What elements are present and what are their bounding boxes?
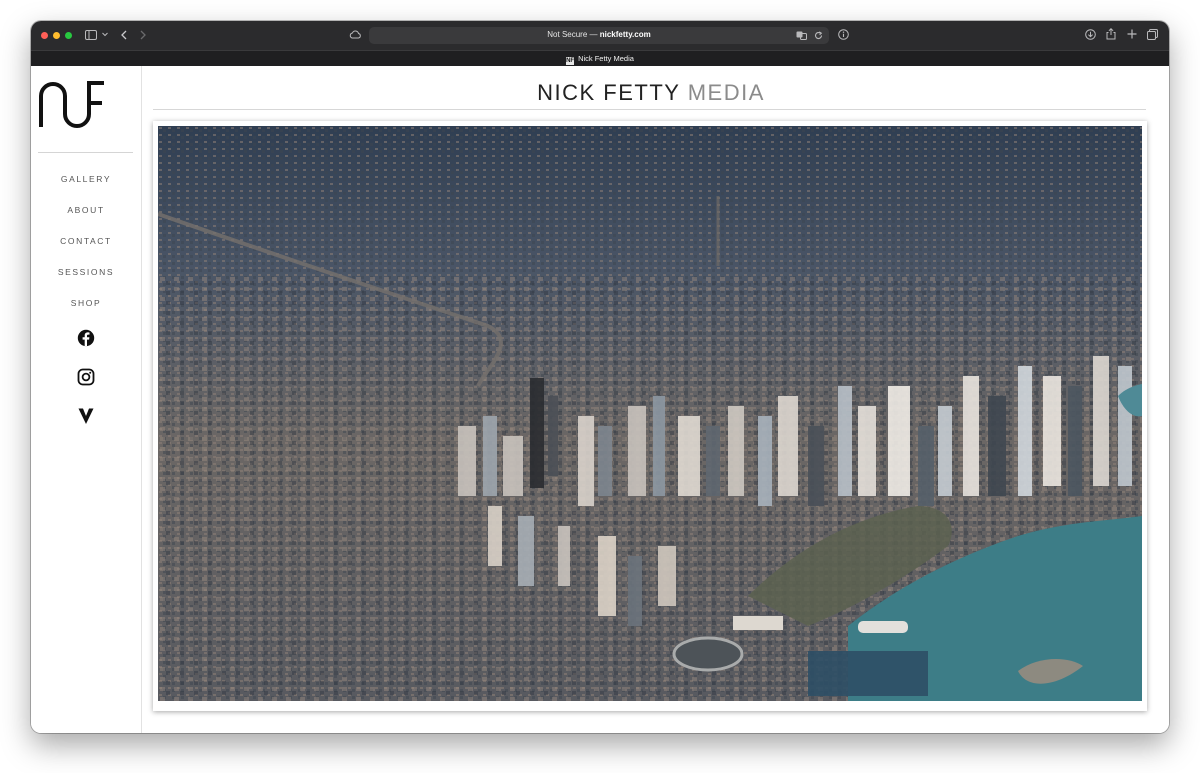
photo-frame [153,121,1147,711]
site-title[interactable]: NICK FETTY MEDIA [151,80,1151,106]
icloud-icon[interactable] [349,30,361,39]
tab-bar: NF Nick Fetty Media [31,50,1169,67]
tab-overview-icon[interactable] [1147,29,1158,40]
nav-shop[interactable]: SHOP [31,297,141,328]
nav-gallery[interactable]: GALLERY [31,173,141,204]
sidebar-toggle-icon[interactable] [85,30,97,40]
browser-toolbar: Not Secure — nickfetty.com [31,21,1169,50]
vsco-icon[interactable] [77,407,95,425]
nav-sessions[interactable]: SESSIONS [31,266,141,297]
main-nav: GALLERY ABOUT CONTACT SESSIONS SHOP [31,173,141,328]
nf-logo[interactable] [38,80,106,130]
reload-icon[interactable] [814,31,823,40]
browser-window: Not Secure — nickfetty.com NF Nick Fetty… [31,21,1169,733]
instagram-icon[interactable] [77,368,95,386]
info-icon[interactable] [838,29,849,40]
downloads-icon[interactable] [1085,29,1096,40]
tab-title: Nick Fetty Media [578,54,634,63]
sidebar: GALLERY ABOUT CONTACT SESSIONS SHOP [31,66,142,733]
aerial-city-illustration [158,126,1142,701]
chevron-down-icon[interactable] [102,32,108,37]
address-text: Not Secure — nickfetty.com [547,30,651,39]
sidebar-divider [38,152,133,153]
page-content: GALLERY ABOUT CONTACT SESSIONS SHOP NICK… [31,66,1169,733]
share-icon[interactable] [1106,28,1116,40]
back-icon[interactable] [120,30,127,40]
aerial-city-photo[interactable] [158,126,1142,701]
close-window-button[interactable] [41,32,48,39]
new-tab-icon[interactable] [1127,29,1137,39]
address-bar[interactable]: Not Secure — nickfetty.com [369,27,829,44]
title-accent: MEDIA [687,80,765,105]
nav-contact[interactable]: CONTACT [31,235,141,266]
zoom-window-button[interactable] [65,32,72,39]
translate-icon[interactable] [796,31,807,40]
title-main: NICK FETTY [537,80,681,105]
forward-icon[interactable] [140,30,147,40]
title-divider [153,109,1146,110]
facebook-icon[interactable] [77,329,95,347]
favicon: NF [566,57,575,65]
main-area: NICK FETTY MEDIA [151,66,1169,733]
nav-about[interactable]: ABOUT [31,204,141,235]
active-tab[interactable]: NF Nick Fetty Media [31,54,1169,65]
minimize-window-button[interactable] [53,32,60,39]
